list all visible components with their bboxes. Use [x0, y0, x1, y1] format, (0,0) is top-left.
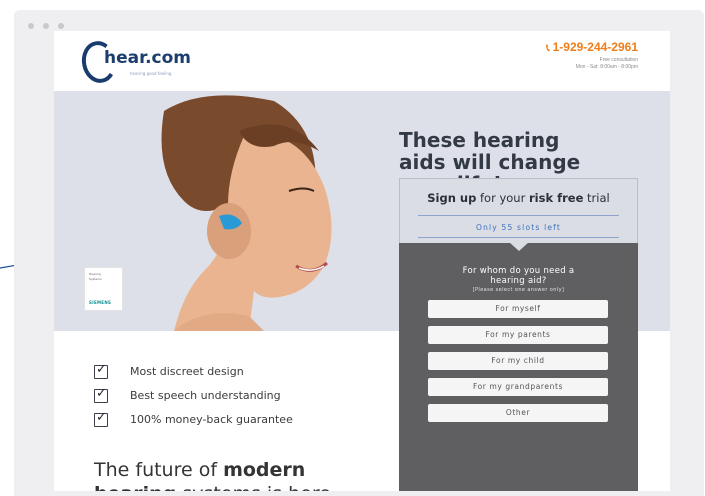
phone-number[interactable]: 📞︎ 1-929-244-2961: [546, 40, 638, 54]
badge-line: Hearing: [89, 272, 101, 276]
future-text: systems is here: [176, 483, 331, 491]
site-header: hear.com hearing good feeling 📞︎ 1-929-24…: [54, 31, 670, 91]
option-button[interactable]: For my child: [428, 352, 608, 370]
option-button[interactable]: For my grandparents: [428, 378, 608, 396]
signup-title: Sign up for your risk free trial: [400, 191, 637, 205]
form-question: For whom do you need a hearing aid?: [419, 266, 618, 286]
feature-text: Most discreet design: [130, 365, 244, 378]
feature-item: ✓ 100% money-back guarantee: [94, 410, 354, 429]
signup-form-body: For whom do you need a hearing aid? [Ple…: [399, 242, 638, 491]
question-line: For whom do you need a: [462, 266, 575, 276]
feature-text: Best speech understanding: [130, 389, 281, 402]
logo[interactable]: hear.com hearing good feeling: [78, 38, 212, 86]
consultation-hours: Free consultation Mon - Sat: 8:00am - 8:…: [576, 57, 638, 71]
consult-hours: Mon - Sat: 8:00am - 8:00pm: [575, 64, 638, 70]
signup-bold: Sign up: [427, 191, 477, 205]
window-dot[interactable]: [28, 23, 34, 29]
divider: [418, 215, 619, 216]
future-text: The future of: [94, 459, 224, 481]
siemens-logo: SIEMENS: [89, 300, 112, 305]
window-dot[interactable]: [58, 23, 64, 29]
checkbox-icon: ✓: [94, 410, 108, 427]
logo-text: hear.com: [104, 48, 191, 68]
signup-form-header: Sign up for your risk free trial Only 55…: [399, 178, 638, 244]
feature-item: ✓ Best speech understanding: [94, 386, 354, 405]
landing-page: hear.com hearing good feeling 📞︎ 1-929-24…: [54, 31, 670, 491]
divider: [418, 237, 619, 238]
feature-item: ✓ Most discreet design: [94, 362, 354, 381]
logo-tagline: hearing good feeling: [130, 71, 172, 76]
checkbox-icon: ✓: [94, 386, 108, 403]
badge-line: Systems: [89, 277, 102, 281]
feature-text: 100% money-back guarantee: [130, 413, 293, 426]
future-line: The future of modern: [94, 458, 331, 482]
form-notch: [509, 242, 529, 251]
hero-woman-image: [161, 95, 332, 331]
future-heading: The future of modern hearing systems is …: [94, 458, 331, 491]
option-button[interactable]: For myself: [428, 300, 608, 318]
future-line: hearing systems is here: [94, 482, 331, 491]
option-button[interactable]: Other: [428, 404, 608, 422]
phone-text: 1-929-244-2961: [552, 40, 638, 54]
checkbox-icon: ✓: [94, 362, 108, 379]
slots-left-text: Only 55 slots left: [475, 223, 562, 232]
headline-line: These hearing: [399, 128, 560, 152]
consult-line: Free consultation: [599, 57, 638, 63]
signup-text: trial: [583, 191, 610, 205]
future-bold: hearing: [94, 483, 176, 491]
signup-bold: risk free: [528, 191, 584, 205]
window-dot[interactable]: [43, 23, 49, 29]
window-controls: [28, 23, 64, 29]
headline-line: aids will change: [399, 150, 581, 174]
question-line: hearing aid?: [490, 276, 547, 286]
signup-text: for your: [476, 191, 529, 205]
phone-icon: 📞︎: [546, 43, 550, 54]
form-hint: [Please select one answer only]: [472, 287, 565, 293]
future-bold: modern: [223, 459, 306, 481]
siemens-badge: Hearing Systems SIEMENS: [84, 267, 123, 311]
option-button[interactable]: For my parents: [428, 326, 608, 344]
